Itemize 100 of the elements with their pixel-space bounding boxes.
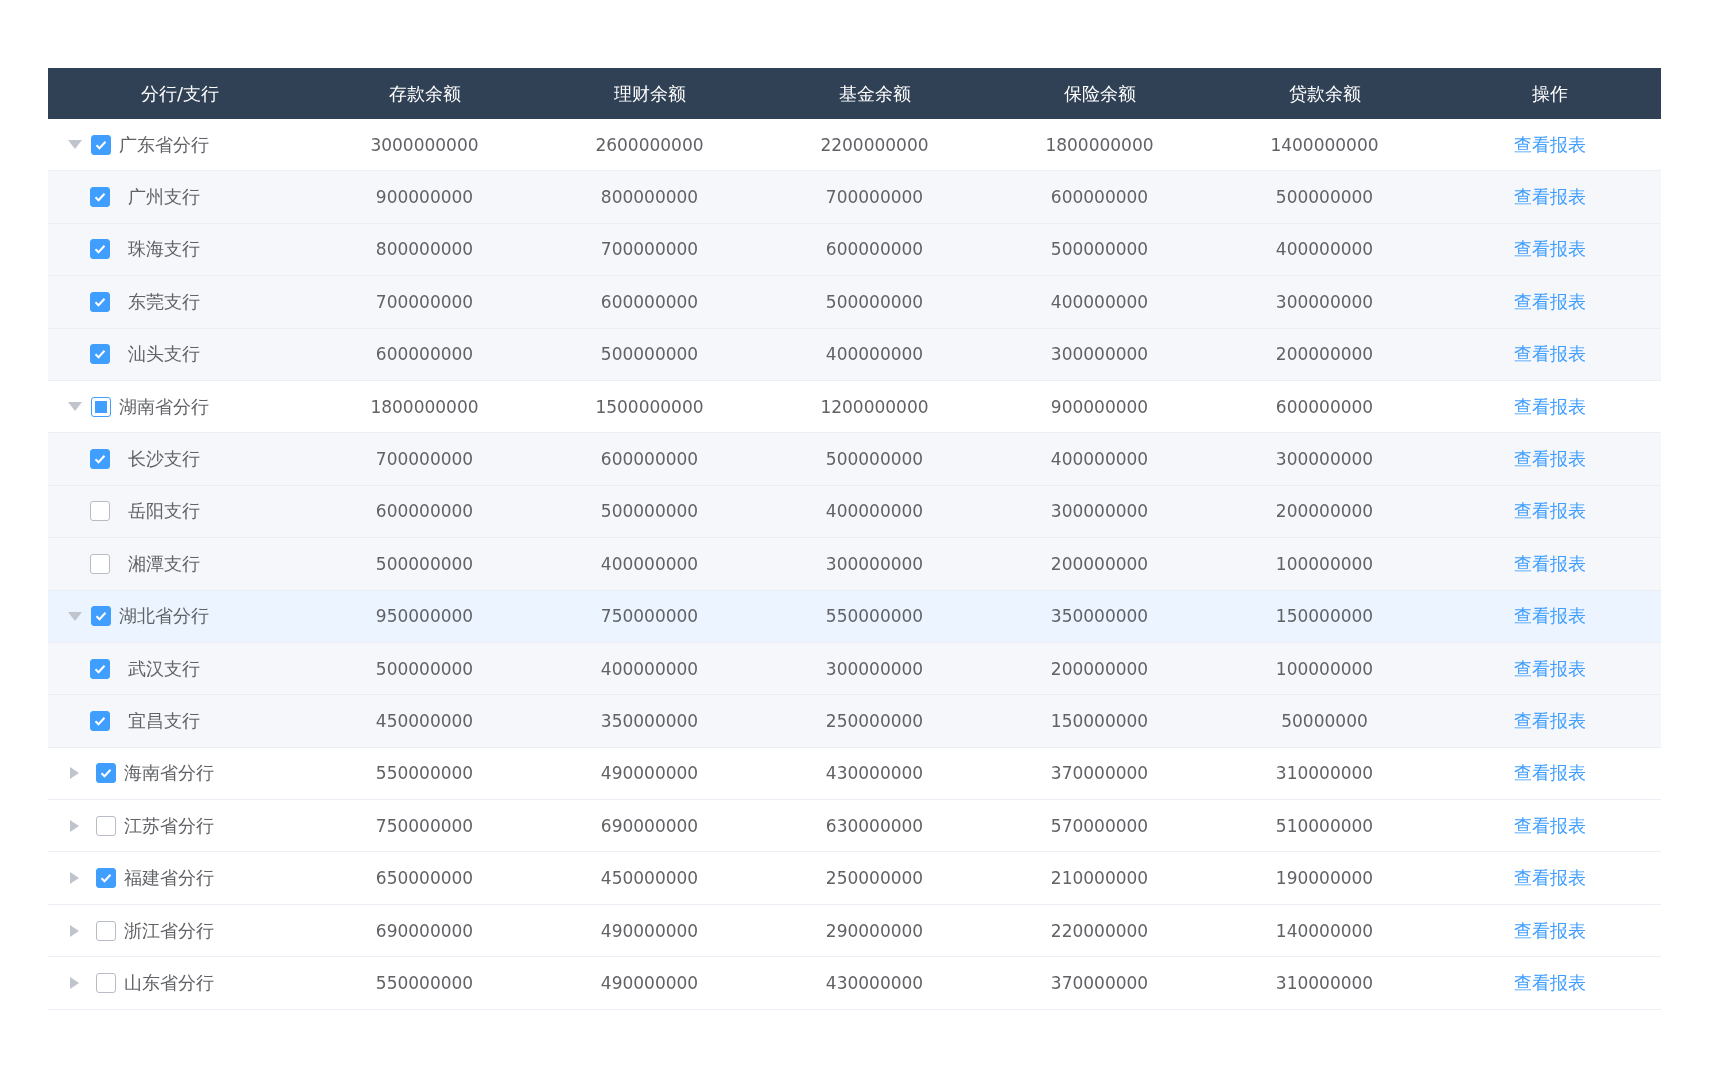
branch-name: 岳阳支行 — [128, 499, 200, 524]
table-cell-text: 600000000 — [824, 239, 925, 260]
view-report-link[interactable]: 查看报表 — [1513, 762, 1586, 784]
collapse-arrow-icon[interactable] — [68, 402, 82, 412]
view-report-link[interactable]: 查看报表 — [1513, 448, 1586, 470]
checkbox[interactable] — [90, 658, 110, 679]
checkbox[interactable] — [96, 815, 116, 836]
table-cell-text: 400000000 — [599, 553, 700, 574]
view-report-link[interactable]: 查看报表 — [1513, 867, 1586, 889]
table-cell-text: 250000000 — [824, 868, 925, 889]
table-cell-text: 600000000 — [374, 501, 475, 522]
branch-name: 汕头支行 — [128, 342, 200, 367]
view-report-link[interactable]: 查看报表 — [1513, 919, 1586, 941]
table-cell-text: 100000000 — [1274, 553, 1375, 574]
checkbox[interactable] — [90, 187, 110, 208]
table-cell-text: 800000000 — [599, 187, 700, 208]
view-report-link[interactable]: 查看报表 — [1513, 186, 1586, 208]
branch-name: 长沙支行 — [128, 447, 200, 472]
branch-name: 武汉支行 — [128, 656, 200, 681]
table-cell-text: 550000000 — [374, 763, 475, 784]
checkbox[interactable] — [90, 711, 110, 731]
view-report-link[interactable]: 查看报表 — [1513, 395, 1586, 417]
table-cell-text: 190000000 — [1274, 868, 1375, 889]
branch-name: 浙江省分行 — [124, 918, 214, 943]
view-report-link[interactable]: 查看报表 — [1513, 657, 1586, 679]
view-report-link[interactable]: 查看报表 — [1513, 710, 1586, 731]
table-cell-text: 500000000 — [374, 658, 475, 679]
view-report-link[interactable]: 查看报表 — [1513, 971, 1586, 993]
table-cell-text: 400000000 — [599, 658, 700, 679]
branch-name: 山东省分行 — [124, 970, 214, 995]
table-cell-text: 500000000 — [374, 553, 475, 574]
table-cell-text: 750000000 — [374, 815, 475, 836]
table-cell-text: 2600000000 — [594, 134, 705, 155]
column-header: 贷款余额 — [1287, 81, 1362, 106]
collapse-arrow-icon[interactable] — [68, 611, 82, 621]
checkbox[interactable] — [91, 134, 111, 155]
checkbox[interactable] — [90, 553, 110, 574]
table-cell-text: 500000000 — [1274, 187, 1375, 208]
table-cell-text: 300000000 — [1274, 449, 1375, 470]
view-report-link[interactable]: 查看报表 — [1513, 290, 1586, 312]
branch-name: 福建省分行 — [124, 866, 214, 891]
checkbox[interactable] — [90, 239, 110, 260]
table-cell-text: 1500000000 — [594, 396, 705, 417]
checkbox[interactable] — [90, 291, 110, 312]
checkbox[interactable] — [91, 606, 111, 627]
table-cell-text: 250000000 — [824, 711, 925, 731]
branch-name: 江苏省分行 — [124, 813, 214, 838]
table-cell-text: 700000000 — [599, 239, 700, 260]
table-cell-text: 400000000 — [824, 344, 925, 365]
table-cell-text: 450000000 — [374, 711, 475, 731]
table-cell-text: 500000000 — [824, 291, 925, 312]
table-cell-text: 430000000 — [824, 763, 925, 784]
table-cell-text: 1400000000 — [1269, 134, 1380, 155]
checkbox[interactable] — [90, 449, 110, 470]
table-cell-text: 1200000000 — [819, 396, 930, 417]
table-cell-text: 690000000 — [599, 815, 700, 836]
table-cell-text: 550000000 — [824, 606, 925, 627]
view-report-link[interactable]: 查看报表 — [1513, 343, 1586, 365]
table-cell-text: 200000000 — [1049, 553, 1150, 574]
table-cell-text: 430000000 — [824, 972, 925, 993]
view-report-link[interactable]: 查看报表 — [1513, 133, 1586, 155]
table-cell-text: 400000000 — [1049, 449, 1150, 470]
table-cell-text: 350000000 — [1049, 606, 1150, 627]
table-cell-text: 500000000 — [824, 449, 925, 470]
view-report-link[interactable]: 查看报表 — [1513, 500, 1586, 522]
table-cell-text: 900000000 — [1049, 396, 1150, 417]
column-header: 分行/支行 — [139, 81, 221, 106]
table-cell-text: 490000000 — [599, 763, 700, 784]
table-cell-text: 1800000000 — [369, 396, 480, 417]
branch-name: 湖北省分行 — [119, 604, 209, 629]
table-cell-text: 570000000 — [1049, 815, 1150, 836]
table-cell-text: 490000000 — [599, 920, 700, 941]
table-cell-text: 150000000 — [1049, 711, 1150, 731]
checkbox[interactable] — [90, 344, 110, 365]
table-cell-text: 690000000 — [374, 920, 475, 941]
table-cell-text: 600000000 — [1274, 396, 1375, 417]
collapse-arrow-icon[interactable] — [68, 140, 82, 150]
table-cell-text: 3000000000 — [369, 134, 480, 155]
table-cell-text: 700000000 — [374, 291, 475, 312]
table-cell-text: 300000000 — [824, 658, 925, 679]
table-cell-text: 370000000 — [1049, 763, 1150, 784]
table-cell-text: 140000000 — [1274, 920, 1375, 941]
view-report-link[interactable]: 查看报表 — [1513, 814, 1586, 836]
checkbox[interactable] — [96, 920, 116, 941]
checkbox[interactable] — [96, 868, 116, 889]
table-cell-text: 700000000 — [374, 449, 475, 470]
checkbox[interactable] — [96, 763, 116, 784]
view-report-link[interactable]: 查看报表 — [1513, 238, 1586, 260]
column-header: 基金余额 — [837, 81, 912, 106]
table-cell-text: 500000000 — [1049, 239, 1150, 260]
table-cell-text: 300000000 — [1049, 344, 1150, 365]
table-cell-text: 510000000 — [1274, 815, 1375, 836]
view-report-link[interactable]: 查看报表 — [1513, 605, 1586, 627]
checkbox[interactable] — [96, 972, 116, 993]
branch-name: 海南省分行 — [124, 761, 214, 786]
table-cell-text: 900000000 — [374, 187, 475, 208]
view-report-link[interactable]: 查看报表 — [1513, 552, 1586, 574]
branch-name: 宜昌支行 — [128, 709, 200, 733]
checkbox[interactable] — [90, 501, 110, 522]
table-cell-text: 100000000 — [1274, 658, 1375, 679]
